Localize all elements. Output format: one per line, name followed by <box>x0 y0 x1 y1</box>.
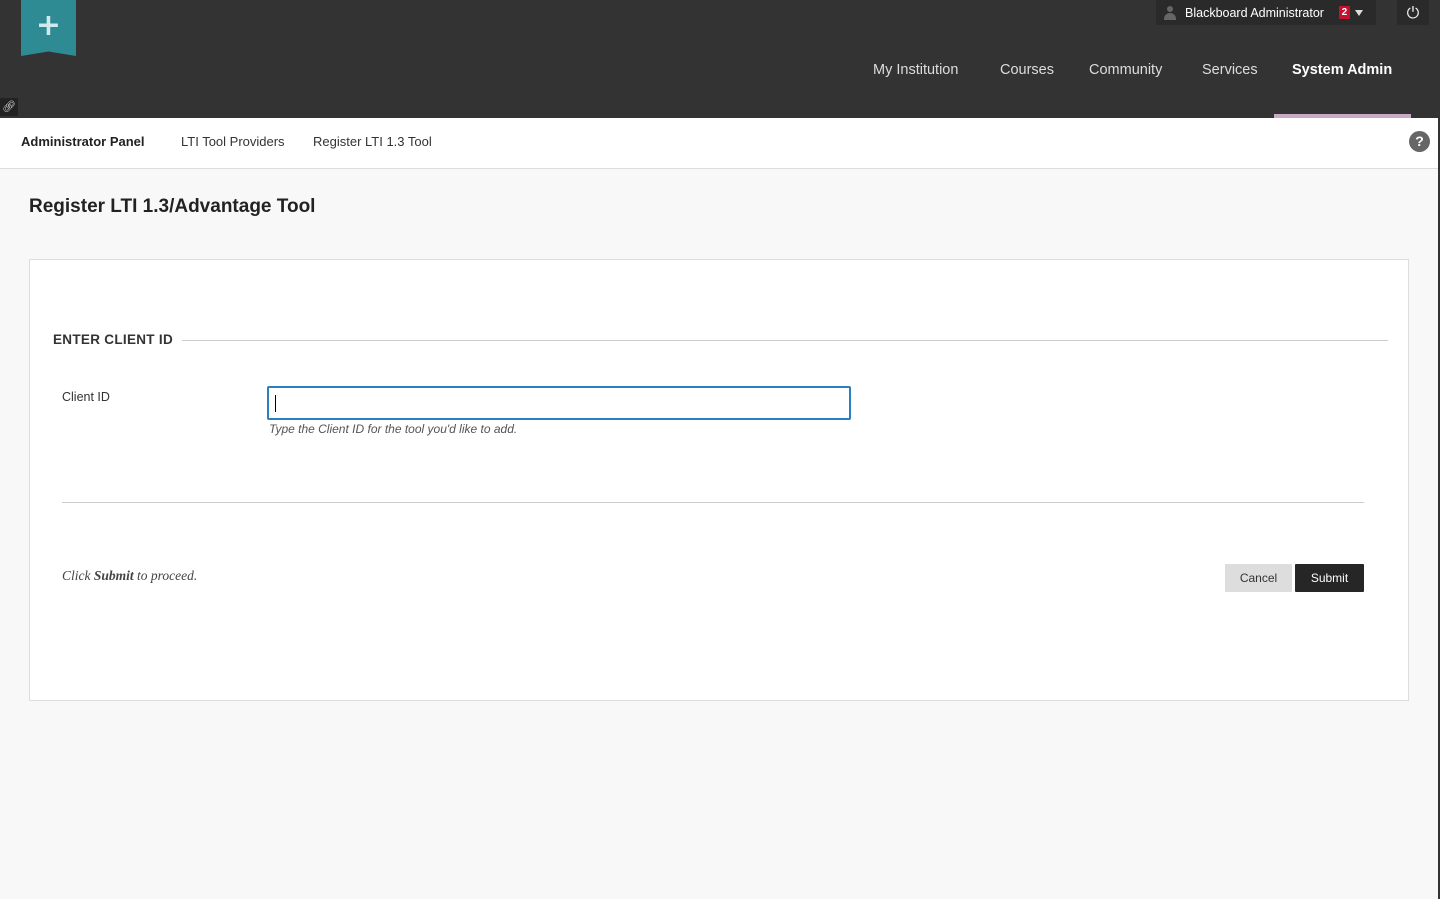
section-divider <box>182 340 1388 341</box>
register-tool-form: ENTER CLIENT ID Client ID Type the Clien… <box>29 259 1409 701</box>
breadcrumb-lti-tool-providers[interactable]: LTI Tool Providers <box>181 134 285 149</box>
section-title: ENTER CLIENT ID <box>53 332 174 347</box>
submit-instructions-bold: Submit <box>93 568 134 583</box>
nav-my-institution[interactable]: My Institution <box>873 62 958 78</box>
nav-services[interactable]: Services <box>1202 62 1258 78</box>
client-id-input[interactable] <box>267 386 851 420</box>
client-id-label: Client ID <box>62 390 110 404</box>
submit-button[interactable]: Submit <box>1295 564 1364 592</box>
page-title: Register LTI 1.3/Advantage Tool <box>29 196 316 217</box>
nav-community[interactable]: Community <box>1089 62 1162 78</box>
user-avatar-icon <box>1164 5 1176 20</box>
link-icon[interactable]: 🔗︎ <box>0 98 18 116</box>
client-id-hint: Type the Client ID for the tool you'd li… <box>269 422 518 436</box>
cancel-button[interactable]: Cancel <box>1225 564 1292 592</box>
breadcrumb-administrator-panel[interactable]: Administrator Panel <box>21 134 145 149</box>
help-icon[interactable]: ? <box>1409 131 1430 152</box>
plus-icon: + <box>35 8 62 43</box>
logout-power-icon[interactable]: ⏻ <box>1397 0 1429 25</box>
main-nav: My Institution Courses Community Service… <box>0 62 1440 82</box>
user-menu[interactable]: Blackboard Administrator 2 <box>1156 0 1376 25</box>
user-name: Blackboard Administrator <box>1185 5 1324 20</box>
top-header: + 🔗︎ Blackboard Administrator 2 ⏻ My Ins… <box>0 0 1440 118</box>
quick-links-tab[interactable]: + <box>21 0 76 56</box>
submit-instructions-suffix: to proceed. <box>133 568 198 583</box>
submit-instructions-prefix: Click <box>62 568 94 583</box>
form-divider <box>62 502 1364 503</box>
breadcrumb: Administrator Panel LTI Tool Providers R… <box>0 118 1440 169</box>
notification-badge[interactable]: 2 <box>1338 6 1350 19</box>
breadcrumb-register-lti-tool: Register LTI 1.3 Tool <box>313 134 432 149</box>
text-cursor <box>275 395 276 412</box>
nav-courses[interactable]: Courses <box>1000 62 1054 78</box>
chevron-down-icon[interactable] <box>1354 9 1363 16</box>
submit-instructions: Click Submit to proceed. <box>62 568 197 584</box>
nav-system-admin[interactable]: System Admin <box>1292 62 1392 78</box>
